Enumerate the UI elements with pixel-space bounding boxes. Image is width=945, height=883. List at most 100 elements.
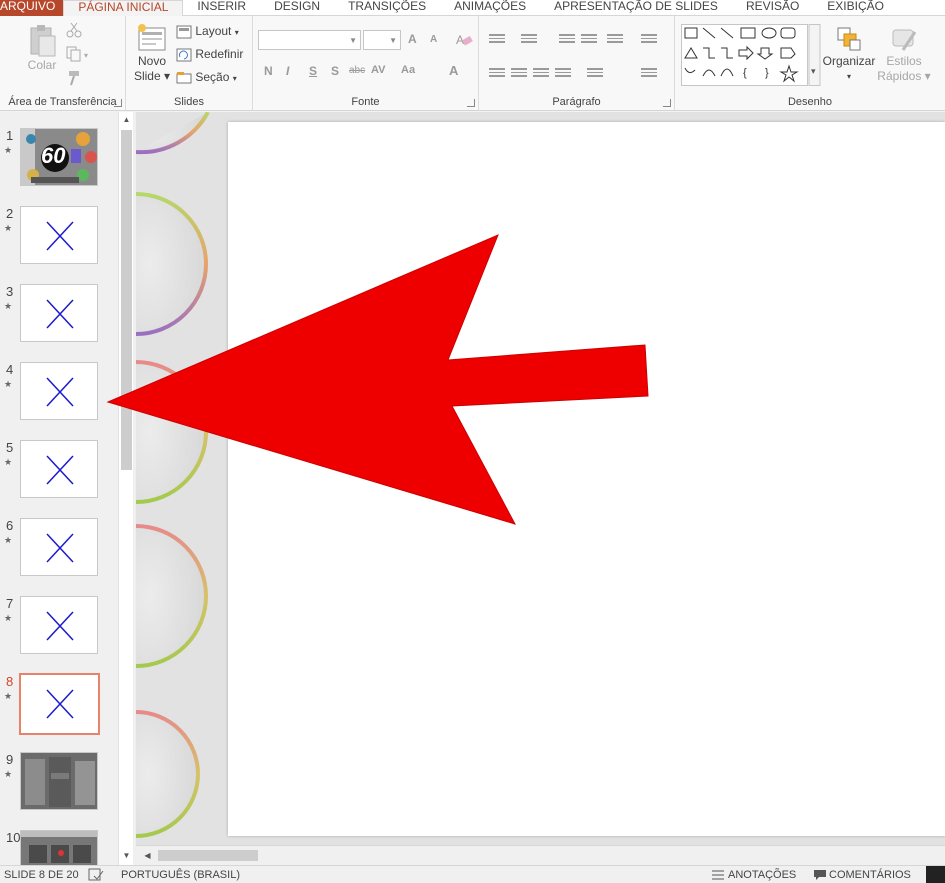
tab-transicoes[interactable]: TRANSIÇÕES xyxy=(334,0,440,16)
shapes-gallery[interactable]: ▾ { } xyxy=(681,24,821,86)
slide-thumbnail-1[interactable]: 1 ★ 60 xyxy=(0,128,118,198)
scroll-up-icon[interactable]: ▲ xyxy=(121,114,132,126)
paragraph-group-label: Parágrafo xyxy=(552,96,601,108)
cut-icon[interactable] xyxy=(66,22,82,38)
tab-arquivo[interactable]: ARQUIVO xyxy=(0,0,64,16)
scrollbar-thumb[interactable] xyxy=(121,130,132,470)
tab-animacoes[interactable]: ANIMAÇÕES xyxy=(440,0,540,16)
star-icon: ★ xyxy=(4,379,13,389)
current-slide-canvas[interactable] xyxy=(228,122,945,836)
format-painter-icon[interactable] xyxy=(66,70,82,86)
align-right-icon[interactable] xyxy=(533,66,549,78)
star-icon: ★ xyxy=(4,223,13,233)
thumbnail-scrollbar[interactable]: ▲ ▼ xyxy=(118,112,133,865)
notes-button[interactable]: ANOTAÇÕES xyxy=(728,869,796,881)
editor-horizontal-scrollbar[interactable]: ◀ xyxy=(136,845,945,865)
change-case-button[interactable]: Aa xyxy=(401,64,415,76)
font-launcher[interactable] xyxy=(467,99,475,107)
powerpoint-window: ARQUIVO PÁGINA INICIAL INSERIR DESIGN TR… xyxy=(0,0,945,883)
tab-pagina-inicial[interactable]: PÁGINA INICIAL xyxy=(63,0,184,17)
align-left-icon[interactable] xyxy=(489,66,505,78)
align-text-icon[interactable] xyxy=(641,66,657,78)
group-clipboard: Colar ▾ Área de Transferência xyxy=(0,16,126,111)
slide-thumbnail-10[interactable]: 10 xyxy=(0,830,118,865)
increase-indent-icon[interactable] xyxy=(581,32,597,44)
slide-thumbnail-2[interactable]: 2 ★ xyxy=(0,206,118,276)
shadow-button[interactable]: S xyxy=(331,64,339,78)
reset-button[interactable]: Redefinir xyxy=(176,46,243,62)
quick-styles-button[interactable]: Estilos Rápidos ▾ xyxy=(877,24,931,84)
slide-thumbnail-5[interactable]: 5 ★ xyxy=(0,440,118,510)
chevron-down-icon: ▼ xyxy=(389,36,397,45)
arrange-button[interactable]: Organizar ▾ xyxy=(821,24,877,84)
decrease-indent-icon[interactable] xyxy=(559,32,575,44)
scroll-left-icon[interactable]: ◀ xyxy=(142,850,153,862)
star-icon: ★ xyxy=(4,301,13,311)
bold-button[interactable]: N xyxy=(264,64,273,78)
horizontal-scrollbar-thumb[interactable] xyxy=(158,850,258,861)
numbering-icon[interactable] xyxy=(521,32,537,44)
group-drawing: ▾ { } Organizar ▾ Estilos Rápidos ▾ Dese… xyxy=(675,16,945,111)
clipboard-group-label: Área de Transferência xyxy=(8,96,117,108)
tab-design[interactable]: DESIGN xyxy=(260,0,334,16)
svg-text:▾: ▾ xyxy=(84,51,88,60)
line-spacing-icon[interactable] xyxy=(607,32,623,44)
paragraph-launcher[interactable] xyxy=(663,99,671,107)
normal-view-button[interactable] xyxy=(926,866,945,883)
tab-apresentacao[interactable]: APRESENTAÇÃO DE SLIDES xyxy=(540,0,732,16)
slide-number: 1 xyxy=(6,128,14,143)
slide-thumbnail-missing xyxy=(20,362,98,420)
slide-thumbnail-missing xyxy=(20,284,98,342)
char-spacing-button[interactable]: AV xyxy=(371,64,385,76)
slides-group-label: Slides xyxy=(174,96,204,108)
layout-button[interactable]: Layout ▾ xyxy=(176,23,239,41)
underline-button[interactable]: S xyxy=(309,64,317,78)
slide-number: 4 xyxy=(6,362,14,377)
copy-icon[interactable]: ▾ xyxy=(66,46,92,62)
new-slide-button[interactable]: Novo Slide ▾ xyxy=(132,24,172,84)
svg-text:{: { xyxy=(743,67,747,79)
missing-image-icon xyxy=(46,533,74,563)
notes-icon xyxy=(712,870,724,880)
tab-revisao[interactable]: REVISÃO xyxy=(732,0,813,16)
slide-9-picture xyxy=(21,753,97,809)
scroll-down-icon[interactable]: ▼ xyxy=(121,850,132,862)
shrink-font-button[interactable]: A xyxy=(430,34,437,45)
spell-check-icon[interactable] xyxy=(88,868,104,881)
italic-button[interactable]: I xyxy=(286,64,289,78)
align-center-icon[interactable] xyxy=(511,66,527,78)
comments-button[interactable]: COMENTÁRIOS xyxy=(829,869,911,881)
slide-thumbnail-4[interactable]: 4 ★ xyxy=(0,362,118,432)
font-size-combo[interactable]: ▼ xyxy=(363,30,401,50)
slide-thumbnail-8[interactable]: 8 ★ xyxy=(0,673,118,744)
quick-styles-label-2: Rápidos ▾ xyxy=(877,69,931,83)
clipboard-icon xyxy=(30,25,56,57)
new-slide-label-2: Slide ▾ xyxy=(133,69,171,83)
text-direction-icon[interactable] xyxy=(641,32,657,44)
slide-thumbnail-3[interactable]: 3 ★ xyxy=(0,284,118,354)
grow-font-button[interactable]: A xyxy=(408,32,417,46)
font-color-button[interactable]: A xyxy=(449,63,458,78)
columns-icon[interactable] xyxy=(587,66,603,78)
layout-icon xyxy=(176,25,192,39)
svg-text:▾: ▾ xyxy=(811,66,816,76)
paste-button[interactable]: Colar xyxy=(24,24,60,73)
language-indicator[interactable]: PORTUGUÊS (BRASIL) xyxy=(121,869,240,881)
slide-10-picture xyxy=(21,831,97,865)
slide-thumbnail-9[interactable]: 9 ★ xyxy=(0,752,118,822)
font-name-combo[interactable]: ▼ xyxy=(258,30,361,50)
slide-thumbnail-6[interactable]: 6 ★ xyxy=(0,518,118,588)
clipboard-launcher[interactable] xyxy=(114,99,122,107)
tab-exibicao[interactable]: EXIBIÇÃO xyxy=(813,0,898,16)
section-button[interactable]: Seção ▾ xyxy=(176,69,237,87)
justify-icon[interactable] xyxy=(555,66,571,78)
comments-icon xyxy=(814,870,826,880)
group-paragraph: Parágrafo xyxy=(479,16,675,111)
tab-inserir[interactable]: INSERIR xyxy=(183,0,260,16)
new-slide-label-1: Novo xyxy=(137,54,166,68)
clear-format-icon[interactable]: A xyxy=(455,32,473,48)
arrange-label: Organizar xyxy=(822,54,876,68)
strikethrough-button[interactable]: abc xyxy=(349,65,365,76)
slide-thumbnail-7[interactable]: 7 ★ xyxy=(0,596,118,666)
bullets-icon[interactable] xyxy=(489,32,505,44)
